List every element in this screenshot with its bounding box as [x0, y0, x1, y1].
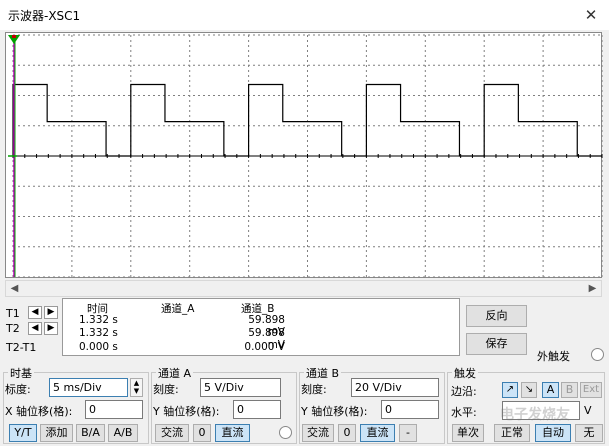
cursor-marker-tip [12, 35, 16, 38]
x-offset-label: X 轴位移(格): [5, 405, 73, 418]
timebase-scale-label: 标度: [5, 383, 31, 396]
row2-time: 1.332 s [79, 327, 118, 339]
channel-b-dc-button[interactable]: 直流 [360, 424, 395, 442]
ab-mode-button[interactable]: A/B [108, 424, 138, 442]
trigger-source-b-button[interactable]: B [561, 382, 578, 398]
window-title: 示波器-XSC1 [8, 9, 81, 23]
oscilloscope-screen [5, 32, 603, 278]
t1-right-arrow-icon[interactable]: ▶ [44, 306, 58, 319]
channel-a-y-offset-label: Y 轴位移(格): [153, 405, 220, 418]
t2-right-arrow-icon[interactable]: ▶ [44, 322, 58, 335]
trigger-none-button[interactable]: 无 [575, 424, 603, 442]
trigger-normal-button[interactable]: 正常 [494, 424, 530, 442]
channel-a-dc-button[interactable]: 直流 [215, 424, 250, 442]
row3-channel-b: 0.000 V [244, 341, 285, 353]
cursor-t2t1-label: T2-T1 [6, 341, 37, 354]
channel-a-terminal[interactable] [279, 426, 292, 439]
scroll-right-arrow-icon[interactable]: ▶ [584, 281, 601, 296]
scroll-left-arrow-icon[interactable]: ◀ [6, 281, 23, 296]
channel-b-y-offset-label: Y 轴位移(格): [301, 405, 368, 418]
channel-b-ac-button[interactable]: 交流 [302, 424, 334, 442]
title-bar: 示波器-XSC1 ✕ [0, 0, 609, 30]
trigger-source-ext-button[interactable]: Ext [580, 382, 602, 398]
row3-time: 0.000 s [79, 341, 118, 353]
trigger-group-title: 触发 [452, 365, 478, 381]
channel-a-scale-input[interactable]: 5 V/Div [200, 378, 281, 397]
trigger-edge-label: 边沿: [451, 385, 477, 398]
trigger-level-unit: V [584, 404, 592, 417]
channel-a-scale-label: 刻度: [153, 383, 179, 396]
watermark-text: 电子发烧友 [500, 407, 570, 423]
trigger-source-a-button[interactable]: A [542, 382, 559, 398]
t2-left-arrow-icon[interactable]: ◀ [28, 322, 42, 335]
save-button[interactable]: 保存 [466, 333, 527, 355]
external-trigger-label: 外触发 [537, 350, 570, 363]
trigger-auto-button[interactable]: 自动 [535, 424, 571, 442]
falling-edge-button[interactable]: ↘ [521, 382, 537, 398]
x-offset-input[interactable]: 0 [85, 400, 143, 419]
close-button[interactable]: ✕ [579, 4, 603, 26]
trigger-level-label: 水平: [451, 406, 477, 419]
rising-edge-button[interactable]: ↗ [502, 382, 518, 398]
external-trigger-terminal[interactable] [591, 348, 604, 361]
horizontal-scrollbar[interactable]: ◀ ▶ [5, 280, 602, 297]
add-mode-button[interactable]: 添加 [40, 424, 73, 442]
channel-b-invert-button[interactable]: - [399, 424, 417, 442]
row1-time: 1.332 s [79, 314, 118, 326]
channel-a-zero-button[interactable]: 0 [193, 424, 211, 442]
channel-b-zero-button[interactable]: 0 [338, 424, 356, 442]
cursor-readout-table: 时间 通道_A 通道_B 1.332 s 59.898 mV 1.332 s 5… [62, 298, 460, 356]
reverse-button[interactable]: 反向 [466, 305, 527, 327]
channel-b-y-offset-input[interactable]: 0 [381, 400, 439, 419]
yt-mode-button[interactable]: Y/T [9, 424, 37, 442]
channel-b-scale-label: 刻度: [301, 383, 327, 396]
t1-left-arrow-icon[interactable]: ◀ [28, 306, 42, 319]
scope-graph [8, 34, 603, 278]
timebase-scale-spinner[interactable]: ▲ ▼ [130, 378, 143, 397]
trigger-single-button[interactable]: 单次 [452, 424, 484, 442]
cursor-t2-label: T2 [6, 322, 20, 335]
header-channel-a: 通道_A [161, 303, 195, 315]
timebase-scale-input[interactable]: 5 ms/Div [49, 378, 128, 397]
channel-b-group-title: 通道 B [304, 365, 342, 381]
channel-b-scale-input[interactable]: 20 V/Div [351, 378, 439, 397]
channel-a-group-title: 通道 A [156, 365, 194, 381]
timebase-group-title: 时基 [8, 365, 34, 381]
channel-a-y-offset-input[interactable]: 0 [233, 400, 281, 419]
ba-mode-button[interactable]: B/A [76, 424, 105, 442]
cursor-t1-label: T1 [6, 307, 20, 320]
channel-a-ac-button[interactable]: 交流 [155, 424, 189, 442]
